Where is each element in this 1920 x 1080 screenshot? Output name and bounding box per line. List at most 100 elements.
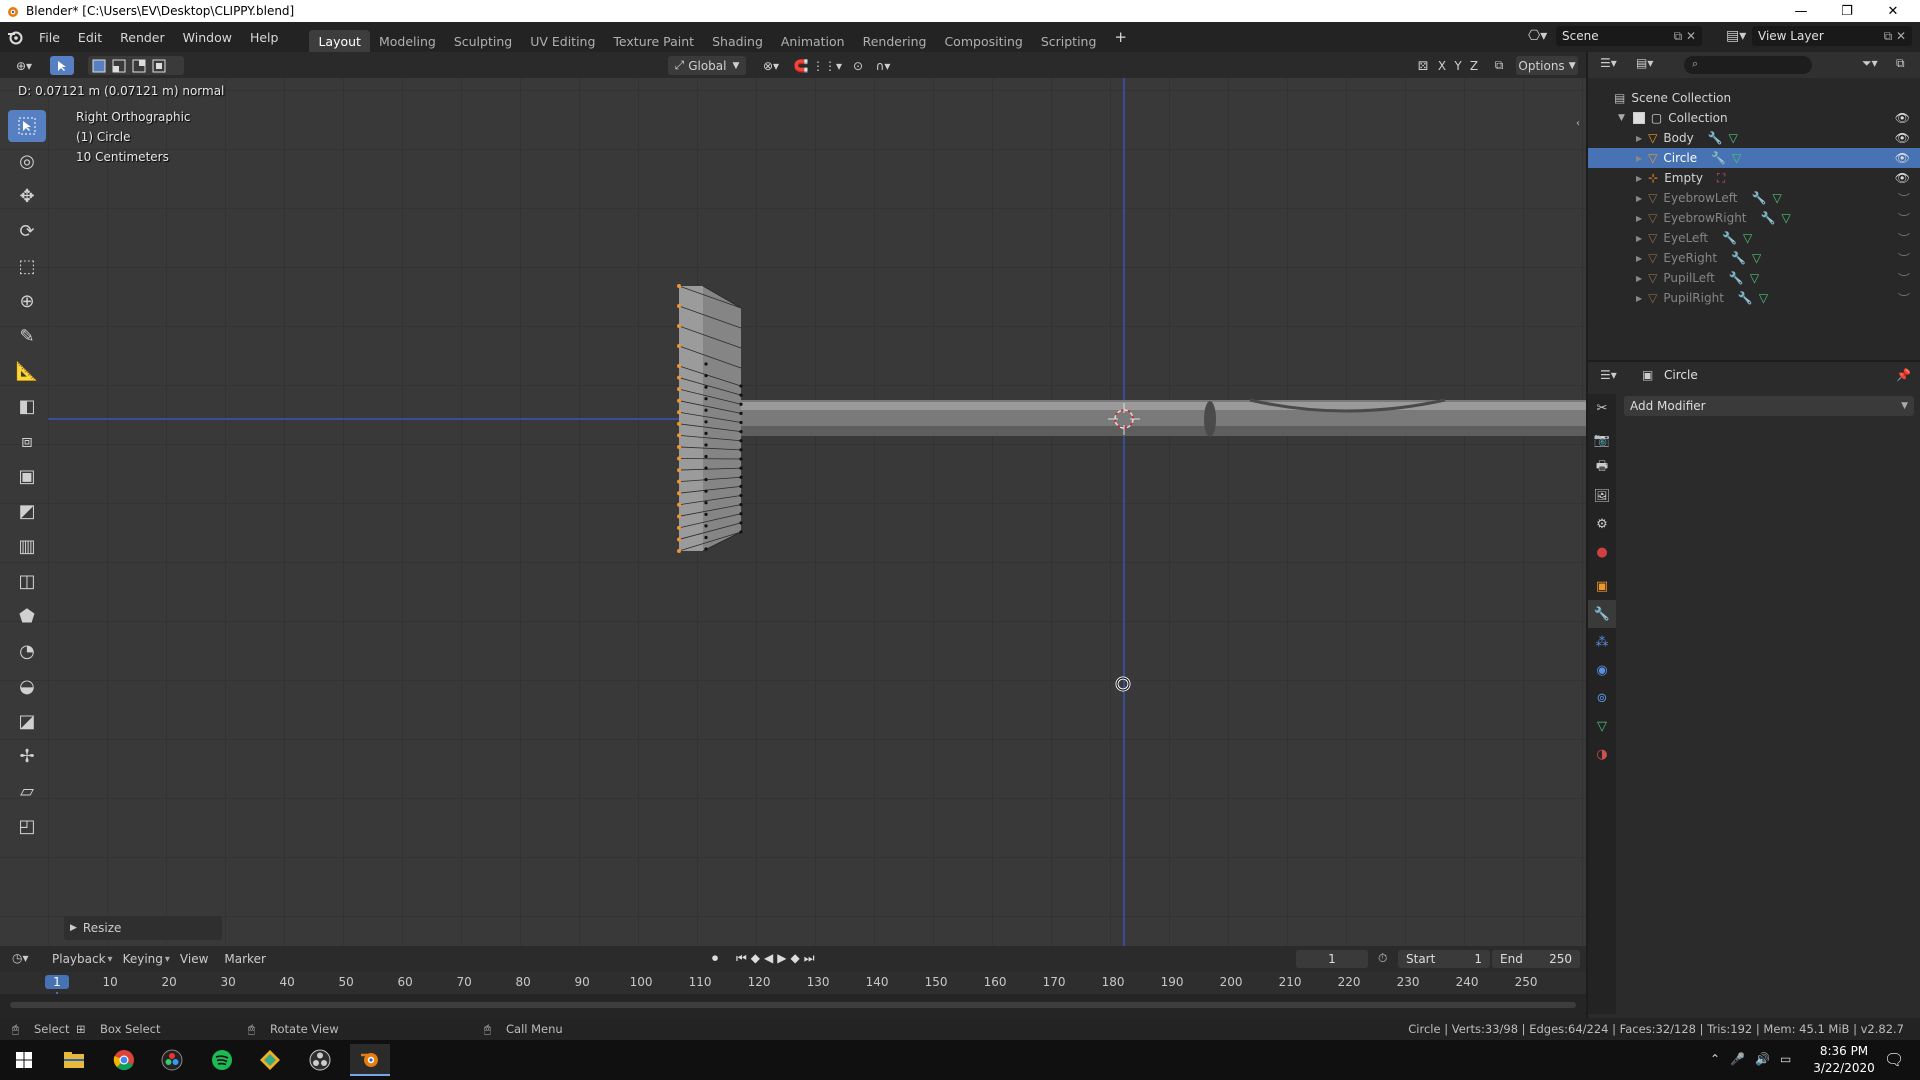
object-tab-icon[interactable]: ▣ bbox=[1588, 572, 1616, 600]
eye-closed-icon[interactable]: ︶ bbox=[1898, 250, 1910, 267]
loop-cut-tool-icon[interactable]: ▥ bbox=[8, 530, 46, 562]
davinci-resolve-icon[interactable] bbox=[152, 1044, 192, 1076]
workspace-tab-compositing[interactable]: Compositing bbox=[935, 30, 1031, 52]
output-tab-icon[interactable]: 🖶 bbox=[1588, 454, 1616, 482]
menu-help[interactable]: Help bbox=[241, 22, 288, 52]
view-layer-new-icon[interactable]: ⧉ ✕ bbox=[1884, 29, 1906, 44]
workspace-tab-animation[interactable]: Animation bbox=[772, 30, 854, 52]
menu-window[interactable]: Window bbox=[174, 22, 241, 52]
eye-icon[interactable]: 👁 bbox=[1895, 111, 1910, 125]
viewport-scene[interactable] bbox=[0, 78, 1586, 946]
minimize-button[interactable]: — bbox=[1778, 0, 1824, 22]
timeline-menu-playback[interactable]: Playback bbox=[44, 952, 114, 966]
editor-type-icon[interactable]: ◷▾ bbox=[12, 951, 29, 965]
eye-closed-icon[interactable]: ︶ bbox=[1898, 190, 1910, 207]
workspace-tab-scripting[interactable]: Scripting bbox=[1032, 30, 1106, 52]
notification-icon[interactable]: 🗨 bbox=[1884, 1050, 1904, 1069]
outliner-item-circle[interactable]: ▶ ▽ Circle 🔧 ▽ 👁 bbox=[1588, 148, 1920, 168]
eye-closed-icon[interactable]: ︶ bbox=[1898, 270, 1910, 287]
inset-tool-icon[interactable]: ▣ bbox=[8, 460, 46, 492]
snap-icon[interactable]: 🧲 bbox=[790, 56, 812, 75]
outliner-scene-collection[interactable]: ▤ Scene Collection bbox=[1588, 88, 1920, 108]
expand-arrow-icon[interactable]: ▶ bbox=[1636, 274, 1642, 283]
move-tool-icon[interactable]: ✥ bbox=[8, 180, 46, 212]
pin-icon[interactable]: 📌 bbox=[1896, 368, 1911, 382]
system-tray-icons[interactable]: ⌃🎤🔊▭ bbox=[1710, 1052, 1801, 1066]
spin-tool-icon[interactable]: ◔ bbox=[8, 635, 46, 667]
playback-controls-icon[interactable]: ⏮◆◀▶◆⏭ bbox=[736, 951, 819, 966]
eye-icon[interactable]: 👁 bbox=[1895, 131, 1910, 145]
outliner-item-eyebrowright[interactable]: ▶ ▽ EyebrowRight 🔧 ▽ ︶ bbox=[1588, 208, 1920, 228]
bevel-tool-icon[interactable]: ◩ bbox=[8, 495, 46, 527]
add-cube-tool-icon[interactable]: ◧ bbox=[8, 390, 46, 422]
options-dropdown[interactable]: Options ▼ bbox=[1516, 56, 1578, 75]
mirror-y-toggle[interactable]: Y bbox=[1450, 56, 1466, 75]
extrude-tool-icon[interactable]: ⧈ bbox=[8, 425, 46, 457]
scale-tool-icon[interactable]: ⬚ bbox=[8, 250, 46, 282]
expand-arrow-icon[interactable]: ▼ bbox=[1618, 113, 1625, 123]
timeline-menu-view[interactable]: View bbox=[172, 952, 216, 966]
rotate-tool-icon[interactable]: ⟳ bbox=[8, 215, 46, 247]
snap-target-icon[interactable]: ⋮⋮▾ bbox=[812, 56, 842, 75]
transform-tool-icon[interactable]: ⊕ bbox=[8, 285, 46, 317]
spotify-icon[interactable] bbox=[202, 1044, 242, 1076]
outliner-item-pupilleft[interactable]: ▶ ▽ PupilLeft 🔧 ▽ ︶ bbox=[1588, 268, 1920, 288]
rip-region-tool-icon[interactable]: ◰ bbox=[8, 810, 46, 842]
editor-type-icon[interactable]: ☰▾ bbox=[1600, 368, 1617, 382]
modifier-tab-icon[interactable]: 🔧 bbox=[1588, 600, 1616, 628]
knife-tool-icon[interactable]: ◫ bbox=[8, 565, 46, 597]
expand-arrow-icon[interactable]: ▶ bbox=[1636, 294, 1642, 303]
outliner-collection[interactable]: ▼ ▢ Collection 👁 bbox=[1588, 108, 1920, 128]
select-box-tool[interactable] bbox=[8, 110, 46, 142]
shrink-fatten-tool-icon[interactable]: ✢ bbox=[8, 740, 46, 772]
end-frame-field[interactable]: End 250 bbox=[1492, 950, 1580, 968]
playhead-frame-label[interactable]: 1 bbox=[45, 975, 69, 989]
eye-closed-icon[interactable]: ︶ bbox=[1898, 230, 1910, 247]
menu-file[interactable]: File bbox=[30, 22, 69, 52]
tool-tab-icon[interactable]: ✂ bbox=[1588, 394, 1616, 422]
particles-tab-icon[interactable]: ⁂ bbox=[1588, 628, 1616, 656]
transform-orientation-dropdown[interactable]: ⤢ Global ▼ bbox=[668, 56, 746, 75]
poly-build-tool-icon[interactable]: ⬟ bbox=[8, 600, 46, 632]
measure-tool-icon[interactable]: 📐 bbox=[8, 355, 46, 387]
sidebar-toggle-icon[interactable]: ‹ bbox=[1576, 118, 1580, 129]
expand-arrow-icon[interactable]: ▶ bbox=[1636, 134, 1642, 143]
timeline-menu-keying[interactable]: Keying bbox=[115, 952, 171, 966]
timeline-body[interactable] bbox=[0, 994, 1586, 1018]
add-workspace-button[interactable]: + bbox=[1105, 22, 1136, 52]
expand-arrow-icon[interactable]: ▶ bbox=[1636, 174, 1642, 183]
constraints-tab-icon[interactable]: ⊚ bbox=[1588, 684, 1616, 712]
expand-arrow-icon[interactable]: ▶ bbox=[1636, 194, 1642, 203]
scene-icon[interactable]: ⎔▾ bbox=[1528, 28, 1547, 44]
proportional-edit-icon[interactable]: ⊙ bbox=[848, 56, 868, 75]
outliner-search-input[interactable]: ⌕ bbox=[1684, 56, 1812, 74]
taskbar-time[interactable]: 8:36 PM bbox=[1810, 1044, 1878, 1058]
falloff-icon[interactable]: ∩▾ bbox=[868, 56, 898, 75]
checkbox-icon[interactable] bbox=[1632, 112, 1645, 124]
menu-render[interactable]: Render bbox=[111, 22, 174, 52]
display-mode-icon[interactable]: ▤▾ bbox=[1636, 56, 1653, 70]
selection-modes[interactable] bbox=[88, 56, 184, 75]
blender-taskbar-icon[interactable] bbox=[350, 1044, 390, 1076]
smooth-tool-icon[interactable]: ◒ bbox=[8, 670, 46, 702]
outliner-item-eyeleft[interactable]: ▶ ▽ EyeLeft 🔧 ▽ ︶ bbox=[1588, 228, 1920, 248]
outliner-item-pupilright[interactable]: ▶ ▽ PupilRight 🔧 ▽ ︶ bbox=[1588, 288, 1920, 308]
outliner-item-eyebrowleft[interactable]: ▶ ▽ EyebrowLeft 🔧 ▽ ︶ bbox=[1588, 188, 1920, 208]
new-collection-icon[interactable]: ⧉ bbox=[1896, 56, 1905, 71]
eye-icon[interactable]: 👁 bbox=[1895, 151, 1910, 165]
pivot-point-icon[interactable]: ⊗▾ bbox=[756, 56, 786, 75]
editor-type-icon[interactable]: ☰▾ bbox=[1600, 56, 1617, 70]
restore-button[interactable]: ❐ bbox=[1824, 0, 1870, 22]
workspace-tab-uv-editing[interactable]: UV Editing bbox=[521, 30, 604, 52]
scene-tab-icon[interactable]: ⚙ bbox=[1588, 510, 1616, 538]
expand-arrow-icon[interactable]: ▶ bbox=[1636, 234, 1642, 243]
view-layer-selector[interactable]: View Layer ⧉ ✕ bbox=[1752, 26, 1912, 46]
material-tab-icon[interactable]: ◑ bbox=[1588, 740, 1616, 768]
timeline-menu-marker[interactable]: Marker bbox=[216, 952, 273, 966]
cursor-tool-icon[interactable]: ◎ bbox=[8, 145, 46, 177]
obs-studio-icon[interactable] bbox=[300, 1044, 340, 1076]
eye-closed-icon[interactable]: ︶ bbox=[1898, 210, 1910, 227]
expand-arrow-icon[interactable]: ▶ bbox=[1636, 214, 1642, 223]
taskbar-date[interactable]: 3/22/2020 bbox=[1810, 1061, 1878, 1075]
last-operator-panel[interactable]: ▶ Resize bbox=[64, 916, 222, 940]
